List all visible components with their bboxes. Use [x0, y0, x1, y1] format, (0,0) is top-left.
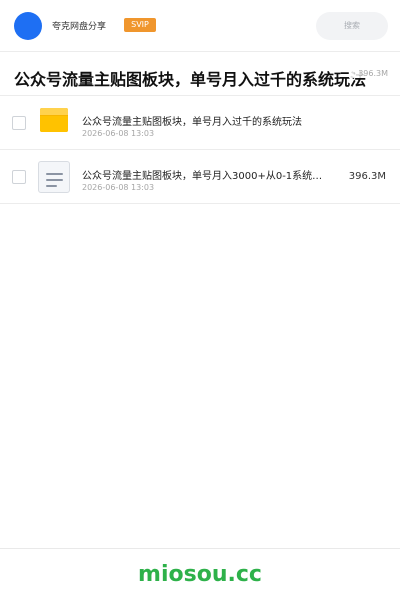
document-icon: [38, 161, 70, 193]
svip-badge: SVIP: [124, 18, 156, 32]
share-size-meta: · 396.3M: [349, 69, 388, 78]
top-bar: 夸克网盘分享 SVIP 搜索: [0, 0, 400, 52]
file-row[interactable]: 公众号流量主贴图板块，单号月入过千的系统玩法 2026-06-08 13:03: [0, 96, 400, 150]
footer: miosou.cc: [0, 548, 400, 600]
search-button[interactable]: 搜索: [316, 12, 388, 40]
share-title-bar: 公众号流量主贴图板块，单号月入过千的系统玩法 · 396.3M: [0, 52, 400, 96]
page-title: 公众号流量主贴图板块，单号月入过千的系统玩法: [14, 70, 367, 89]
file-date: 2026-06-08 13:03: [82, 183, 155, 192]
site-watermark: miosou.cc: [138, 562, 262, 587]
file-date: 2026-06-08 13:03: [82, 129, 155, 138]
brand-name: 夸克网盘分享: [52, 22, 107, 32]
file-size: 396.3M: [348, 171, 386, 182]
file-name[interactable]: 公众号流量主贴图板块，单号月入过千的系统玩法: [82, 113, 302, 128]
select-checkbox[interactable]: [12, 170, 26, 184]
file-row[interactable]: 公众号流量主贴图板块，单号月入3000+从0-1系统玩法 2026-06-08 …: [0, 150, 400, 204]
file-name[interactable]: 公众号流量主贴图板块，单号月入3000+从0-1系统玩法: [82, 167, 332, 182]
select-checkbox[interactable]: [12, 116, 26, 130]
folder-icon: [40, 108, 68, 132]
avatar[interactable]: [14, 12, 42, 40]
